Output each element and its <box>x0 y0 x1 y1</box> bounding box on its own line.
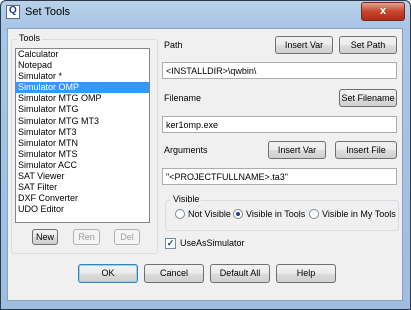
tools-list-item[interactable]: Notepad <box>16 60 149 71</box>
arguments-input[interactable]: "<PROJECTFULLNAME>.ta3" <box>162 168 397 185</box>
visible-group-label: Visible <box>171 194 202 204</box>
tools-list-item[interactable]: Simulator MT3 <box>16 127 149 138</box>
ok-button[interactable]: OK <box>78 264 138 283</box>
set-path-button[interactable]: Set Path <box>339 36 397 54</box>
tools-list-item[interactable]: SAT Viewer <box>16 171 149 182</box>
radio-visible-in-tools-label[interactable]: Visible in Tools <box>246 209 305 219</box>
tools-list-item[interactable]: Simulator MTG OMP <box>16 93 149 104</box>
new-tool-button[interactable]: New <box>32 229 58 245</box>
path-label: Path <box>164 40 183 50</box>
tools-listbox[interactable]: Calculator Notepad Simulator * Simulator OM… <box>15 48 150 223</box>
help-button[interactable]: Help <box>276 264 336 283</box>
close-button[interactable]: x <box>361 2 405 21</box>
cancel-button[interactable]: Cancel <box>144 264 204 283</box>
tools-list-item[interactable]: Simulator MTS <box>16 149 149 160</box>
delete-tool-button[interactable]: Del <box>114 229 140 245</box>
rename-tool-button[interactable]: Ren <box>73 229 100 245</box>
tools-group-label: Tools <box>17 33 43 43</box>
path-input[interactable]: <INSTALLDIR>\qwbin\ <box>162 62 397 79</box>
filename-label: Filename <box>164 93 202 103</box>
tools-list-item[interactable]: Simulator MTG <box>16 104 149 115</box>
use-as-simulator-label[interactable]: UseAsSimulator <box>180 238 245 248</box>
tools-list-item[interactable]: Calculator <box>16 49 149 60</box>
path-insert-var-button[interactable]: Insert Var <box>275 36 333 54</box>
filename-input[interactable]: ker1omp.exe <box>162 116 397 133</box>
tools-list-item[interactable]: Simulator OMP <box>16 82 149 94</box>
tools-list-item[interactable]: Simulator MTN <box>16 138 149 149</box>
radio-visible-in-tools[interactable] <box>233 209 243 219</box>
radio-visible-in-my-tools-label[interactable]: Visible in My Tools <box>322 209 396 219</box>
title-bar[interactable]: Set Tools x <box>1 1 410 24</box>
window-title: Set Tools <box>25 6 71 18</box>
tools-list-item[interactable]: Simulator MTG MT3 <box>16 116 149 127</box>
insert-file-button[interactable]: Insert File <box>335 141 397 159</box>
app-icon <box>6 5 20 19</box>
default-all-button[interactable]: Default All <box>210 264 270 283</box>
tools-list-item[interactable]: SAT Filter <box>16 182 149 193</box>
radio-visible-in-my-tools[interactable] <box>309 209 319 219</box>
use-as-simulator-checkbox[interactable]: ✓ <box>165 238 176 249</box>
radio-not-visible-label[interactable]: Not Visible <box>188 209 231 219</box>
tools-list-item[interactable]: Simulator ACC <box>16 160 149 171</box>
tools-list-item[interactable]: Simulator * <box>16 71 149 82</box>
arguments-label: Arguments <box>164 145 208 155</box>
tools-list-item[interactable]: UDO Editor <box>16 204 149 215</box>
tools-list-item[interactable]: DXF Converter <box>16 193 149 204</box>
arguments-insert-var-button[interactable]: Insert Var <box>268 141 326 159</box>
set-filename-button[interactable]: Set Filename <box>339 89 397 107</box>
radio-not-visible[interactable] <box>175 209 185 219</box>
